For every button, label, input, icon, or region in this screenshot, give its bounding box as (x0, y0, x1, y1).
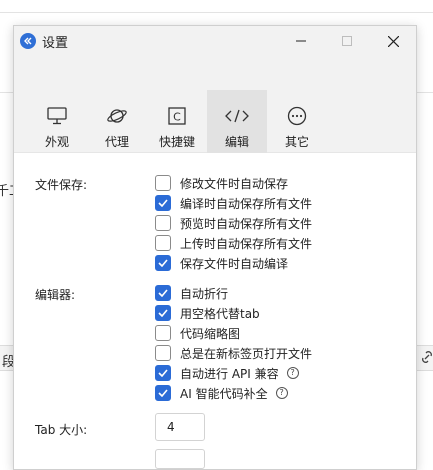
option-label: 修改文件时自动保存 (180, 176, 289, 191)
option-autosave-on-modify[interactable]: 修改文件时自动保存 (155, 174, 288, 192)
option-save-all-on-preview[interactable]: 预览时自动保存所有文件 (155, 214, 312, 232)
link-icon (420, 350, 433, 367)
file-save-label: 文件保存: (35, 178, 88, 192)
help-icon[interactable]: ? (275, 387, 288, 399)
next-input-field[interactable] (155, 449, 205, 469)
option-ai-completion[interactable]: AI 智能代码补全 ? (155, 384, 288, 402)
option-label: 编译时自动保存所有文件 (180, 196, 313, 211)
option-open-in-new-tab[interactable]: 总是在新标签页打开文件 (155, 344, 312, 362)
option-word-wrap[interactable]: 自动折行 (155, 284, 228, 302)
tab-editor[interactable]: 编辑 (207, 90, 267, 153)
checkbox[interactable] (155, 175, 171, 191)
tab-label: 代理 (104, 135, 129, 149)
tab-label: 快捷键 (158, 135, 195, 149)
tab-label: 编辑 (224, 135, 249, 149)
checkbox[interactable] (155, 385, 171, 401)
maximize-icon (342, 36, 352, 46)
tab-size-input[interactable]: 4 (155, 413, 205, 441)
tab-proxy[interactable]: 代理 (87, 90, 147, 153)
more-icon (287, 106, 307, 126)
checkbox[interactable] (155, 305, 171, 321)
checkmark-icon (158, 369, 168, 377)
close-icon (387, 35, 399, 47)
window-title: 设置 (42, 35, 69, 51)
option-label: 自动折行 (180, 286, 229, 301)
checkmark-icon (158, 289, 168, 297)
editor-label: 编辑器: (35, 288, 76, 302)
background-divider (0, 12, 433, 13)
checkmark-icon (158, 389, 168, 397)
checkbox[interactable] (155, 215, 171, 231)
option-label: 预览时自动保存所有文件 (180, 216, 313, 231)
checkbox[interactable] (155, 235, 171, 251)
tab-label: 其它 (284, 135, 309, 149)
checkmark-icon (158, 199, 168, 207)
app-logo-icon (20, 33, 36, 49)
option-label: 自动进行 API 兼容 (180, 366, 279, 381)
tab-size-label: Tab 大小: (35, 423, 88, 437)
close-button[interactable] (370, 26, 416, 56)
checkbox[interactable] (155, 325, 171, 341)
checkbox[interactable] (155, 255, 171, 271)
tab-appearance[interactable]: 外观 (27, 90, 87, 153)
checkbox[interactable] (155, 345, 171, 361)
option-label: 保存文件时自动编译 (180, 256, 289, 271)
option-label: 总是在新标签页打开文件 (180, 346, 313, 361)
code-icon (225, 106, 249, 126)
settings-window: 设置 外观 代理 C 快捷键 编辑 其它 文件保存: 修改文件时自动保存 编译时… (13, 25, 417, 470)
tab-shortcuts[interactable]: C 快捷键 (147, 90, 207, 153)
option-spaces-for-tab[interactable]: 用空格代替tab (155, 304, 260, 322)
checkbox[interactable] (155, 195, 171, 211)
svg-text:C: C (173, 111, 181, 124)
option-label: 上传时自动保存所有文件 (180, 236, 313, 251)
minimize-button[interactable] (278, 26, 324, 56)
tab-label: 外观 (44, 135, 69, 149)
option-label: 代码缩略图 (180, 326, 241, 341)
checkbox[interactable] (155, 285, 171, 301)
option-minimap[interactable]: 代码缩略图 (155, 324, 240, 342)
title-bar: 设置 (14, 26, 416, 56)
option-compile-on-save[interactable]: 保存文件时自动编译 (155, 254, 288, 272)
monitor-icon (47, 106, 67, 126)
checkmark-icon (158, 309, 168, 317)
option-label: 用空格代替tab (180, 306, 260, 321)
settings-tabs: 外观 代理 C 快捷键 编辑 其它 (14, 56, 416, 153)
option-api-compat[interactable]: 自动进行 API 兼容 ? (155, 364, 299, 382)
checkbox[interactable] (155, 365, 171, 381)
option-label: AI 智能代码补全 (180, 386, 268, 401)
tab-other[interactable]: 其它 (267, 90, 327, 153)
checkmark-icon (158, 259, 168, 267)
planet-icon (106, 106, 128, 126)
help-icon[interactable]: ? (286, 367, 299, 379)
option-save-all-on-upload[interactable]: 上传时自动保存所有文件 (155, 234, 312, 252)
key-c-icon: C (168, 106, 186, 126)
option-save-all-on-compile[interactable]: 编译时自动保存所有文件 (155, 194, 312, 212)
maximize-button[interactable] (324, 26, 370, 56)
minimize-icon (296, 40, 306, 42)
